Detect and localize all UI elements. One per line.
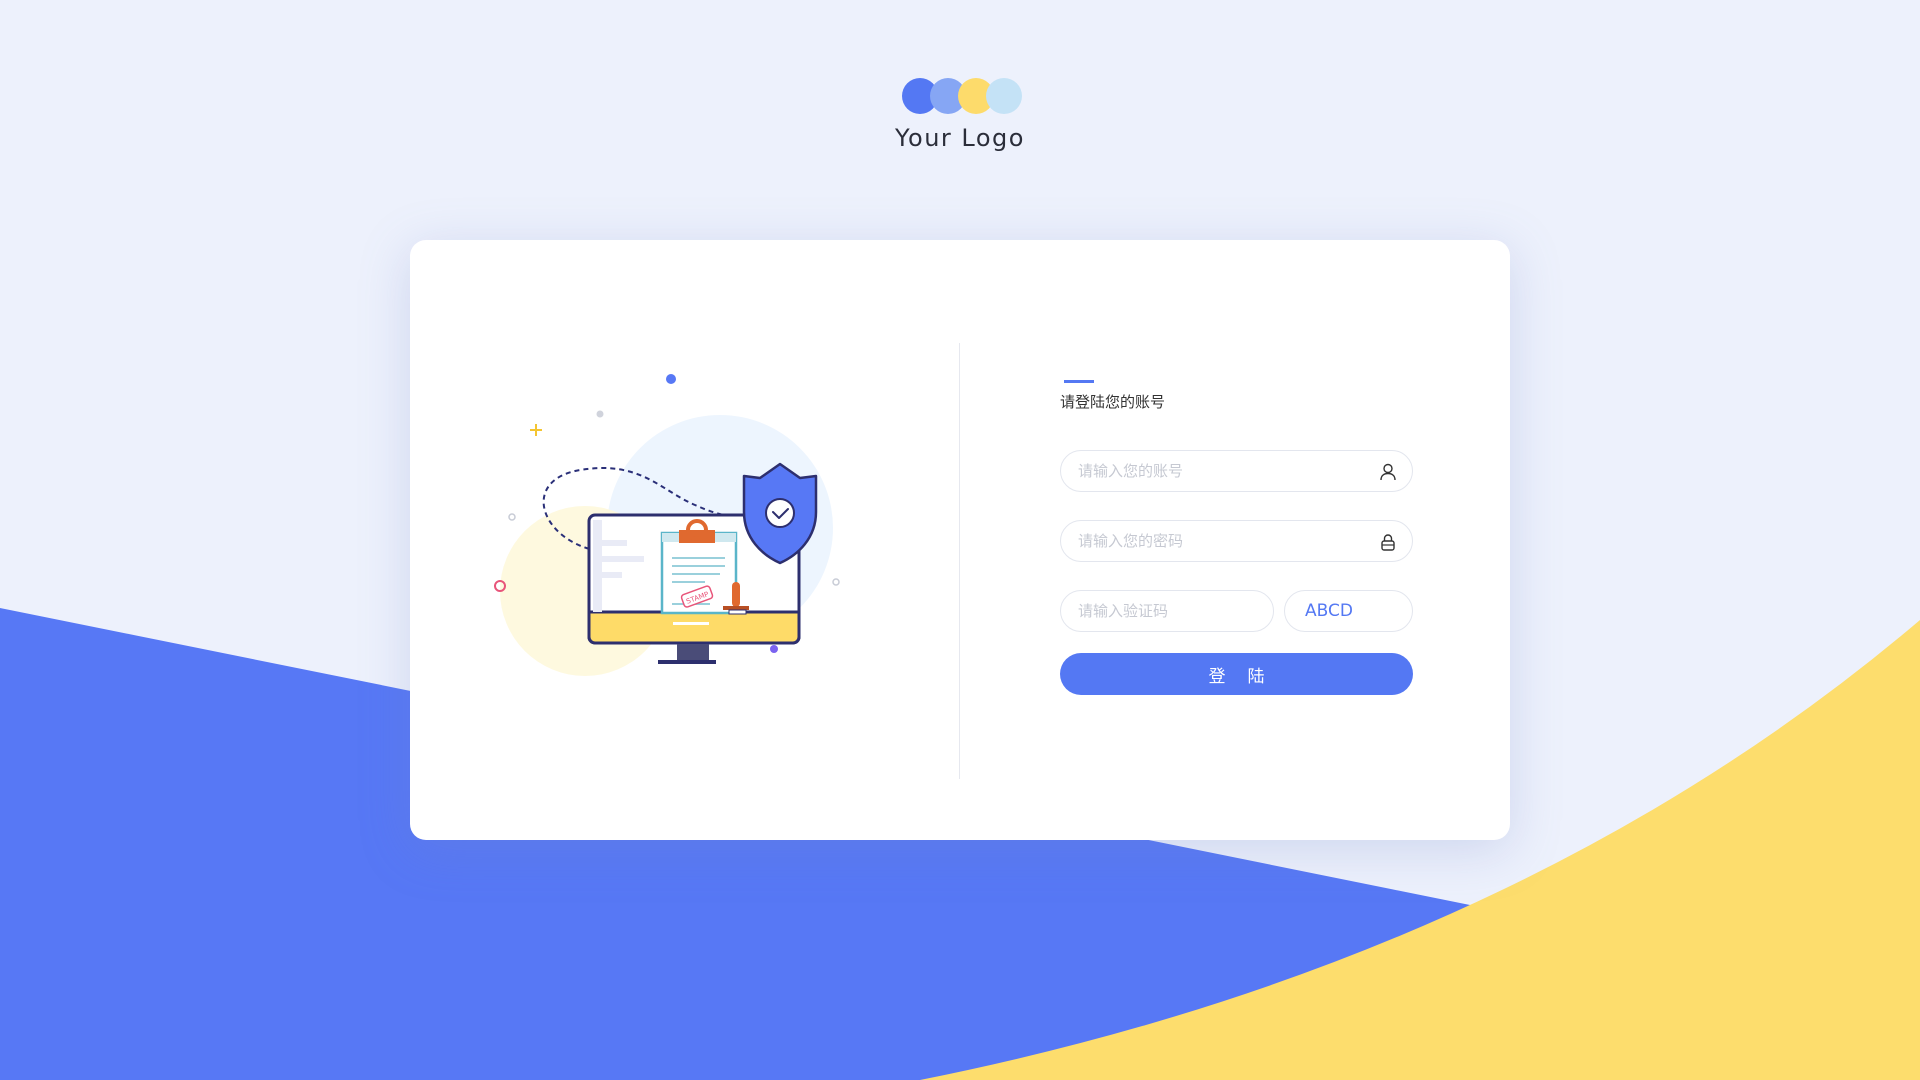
password-input[interactable] — [1061, 521, 1412, 561]
password-field — [1060, 520, 1413, 562]
captcha-field — [1060, 590, 1274, 632]
form-title: 请登陆您的账号 — [1060, 393, 1166, 411]
username-field — [1060, 450, 1413, 492]
logo-dot — [986, 78, 1022, 114]
captcha-input[interactable] — [1061, 591, 1273, 631]
user-icon — [1380, 463, 1396, 481]
card-divider — [959, 343, 960, 779]
username-input[interactable] — [1061, 451, 1412, 491]
login-card: STAMP 请登陆您的账号 请输入您的账号 请输入验证码 ABCD 登陆 — [410, 240, 1510, 840]
title-accent — [1064, 380, 1094, 383]
login-button[interactable]: 登陆 — [1060, 653, 1413, 695]
logo-mark — [900, 78, 1022, 116]
login-form: 请登陆您的账号 ABCD 登陆 — [1060, 380, 1413, 695]
lock-icon — [1381, 534, 1395, 551]
security-illustration: STAMP — [494, 374, 840, 676]
captcha-image[interactable]: ABCD — [1284, 590, 1413, 632]
captcha-row: ABCD — [1060, 590, 1413, 632]
logo-text: Your Logo — [895, 124, 1025, 152]
brand-logo: Your Logo — [860, 78, 1060, 152]
